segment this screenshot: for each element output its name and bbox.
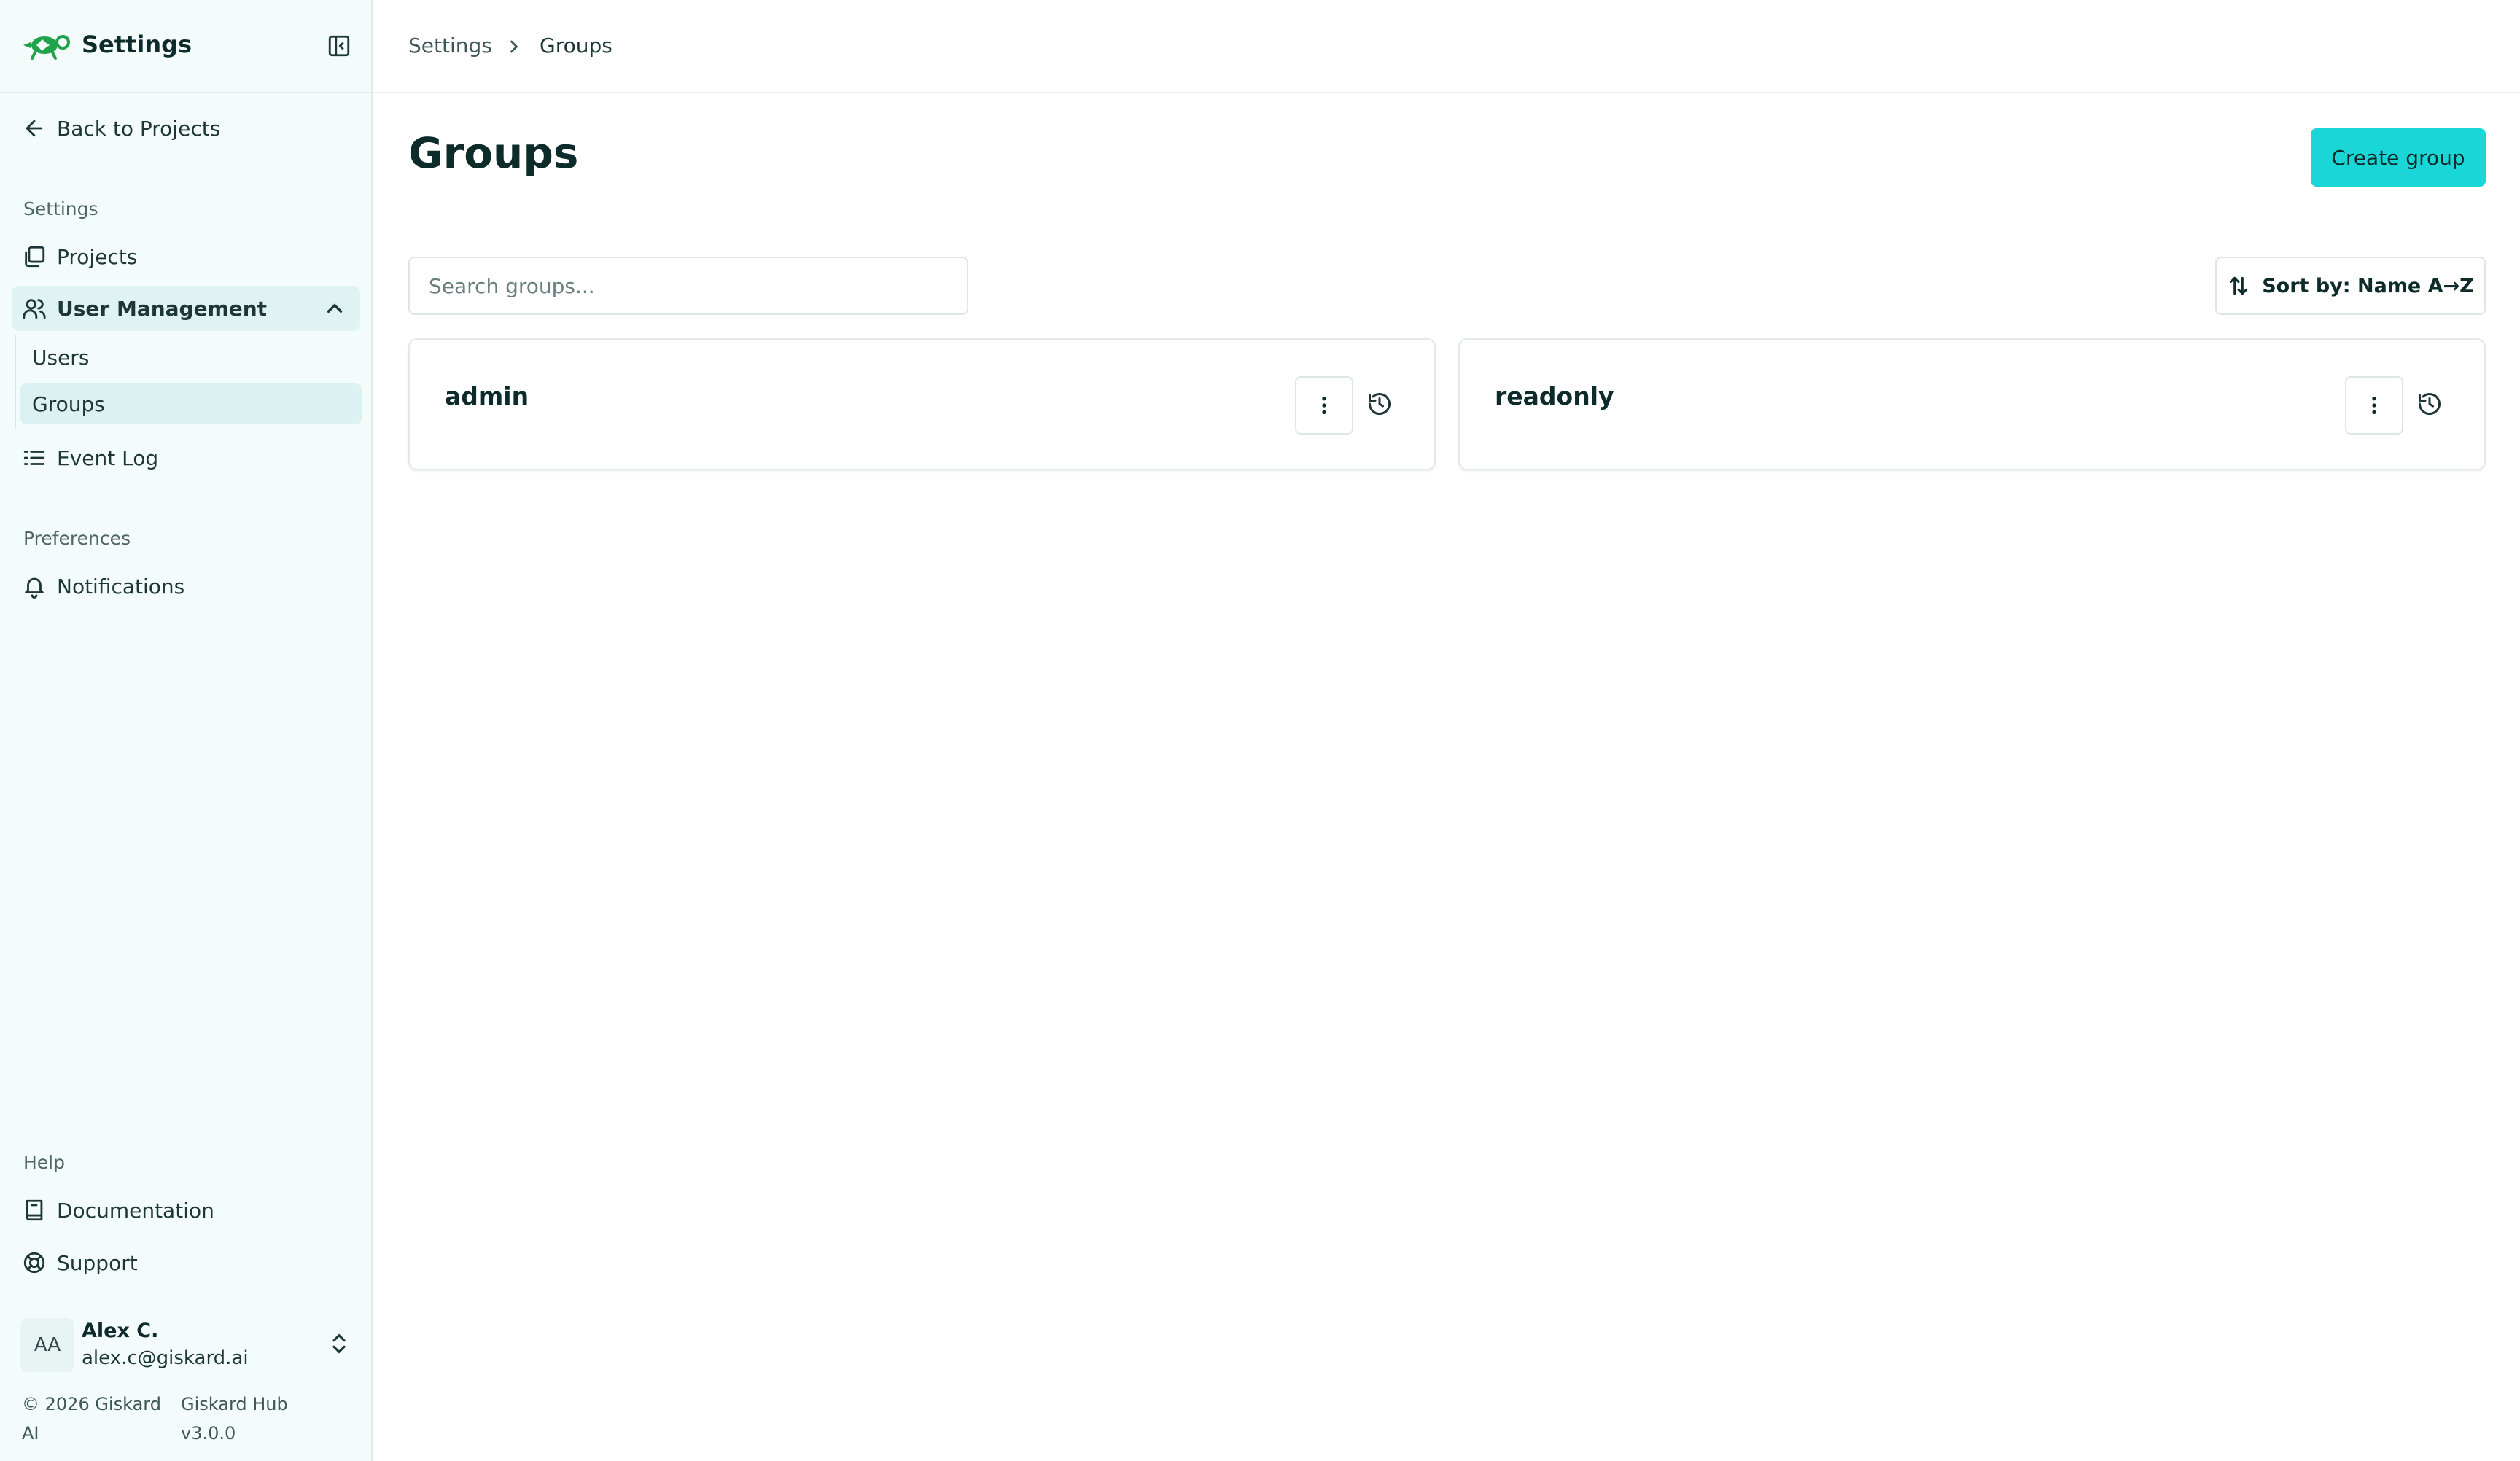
sidebar-item-event-log[interactable]: Event Log — [12, 435, 360, 480]
sort-button-label: Sort by: Name A→Z — [2262, 274, 2474, 297]
back-to-projects-label: Back to Projects — [57, 116, 221, 141]
sidebar-item-user-management-label: User Management — [57, 296, 268, 321]
group-name: readonly — [1495, 382, 1614, 410]
user-name: Alex C. — [82, 1320, 159, 1342]
user-management-submenu: Users Groups — [15, 335, 362, 429]
arrow-left-icon — [26, 120, 43, 137]
chevron-right-icon — [510, 40, 518, 53]
breadcrumb-settings-link[interactable]: Settings — [408, 34, 492, 58]
list-icon — [23, 451, 45, 465]
sidebar-item-users[interactable]: Users — [20, 337, 362, 378]
page-title: Groups — [408, 128, 579, 178]
chevron-up-icon[interactable] — [322, 296, 347, 321]
sidebar-item-support-label: Support — [57, 1250, 138, 1275]
sidebar-item-projects-label: Projects — [57, 244, 138, 269]
group-menu-button[interactable] — [1295, 376, 1353, 435]
create-group-button[interactable]: Create group — [2311, 128, 2486, 187]
sidebar-item-documentation-label: Documentation — [57, 1198, 214, 1223]
lifebuoy-icon — [23, 1252, 45, 1274]
sort-arrows-icon — [2230, 276, 2248, 295]
avatar: AA — [20, 1318, 74, 1372]
sidebar-item-projects[interactable]: Projects — [12, 234, 360, 279]
sidebar-item-user-management[interactable]: User Management — [12, 286, 360, 331]
sidebar-item-groups[interactable]: Groups — [20, 383, 362, 424]
more-vertical-icon — [1322, 397, 1326, 414]
sidebar-title: Settings — [82, 31, 192, 58]
chevrons-up-down-icon[interactable] — [327, 1331, 351, 1356]
sidebar-item-users-label: Users — [32, 345, 90, 370]
sidebar-item-documentation[interactable]: Documentation — [12, 1188, 360, 1233]
section-label-settings: Settings — [23, 198, 98, 219]
bell-icon — [25, 577, 44, 599]
sidebar: Settings Back to Projects Settings Proje… — [0, 0, 373, 1461]
section-label-preferences: Preferences — [23, 528, 131, 549]
sidebar-item-event-log-label: Event Log — [57, 445, 159, 470]
sidebar-header: Settings — [0, 0, 371, 93]
user-menu[interactable]: AA Alex C. alex.c@giskard.ai — [20, 1315, 356, 1376]
sidebar-item-notifications-label: Notifications — [57, 574, 185, 599]
footer-copyright: © 2026 Giskard AI — [22, 1394, 161, 1444]
sidebar-item-groups-label: Groups — [32, 391, 105, 416]
sort-button[interactable]: Sort by: Name A→Z — [2215, 257, 2486, 315]
search-groups-input[interactable] — [408, 257, 968, 315]
more-vertical-icon — [2372, 397, 2376, 414]
user-email: alex.c@giskard.ai — [82, 1347, 249, 1369]
projects-icon — [25, 246, 45, 268]
group-menu-button[interactable] — [2345, 376, 2403, 435]
section-label-help: Help — [23, 1152, 65, 1173]
giskard-turtle-logo-icon — [23, 35, 70, 60]
breadcrumb-current: Groups — [540, 34, 612, 58]
users-icon — [23, 299, 46, 319]
footer-version: Giskard Hub v3.0.0 — [181, 1394, 288, 1444]
history-icon[interactable] — [1366, 391, 1393, 417]
collapse-sidebar-icon[interactable] — [327, 34, 351, 58]
breadcrumb: Settings Groups — [373, 0, 2520, 93]
group-card-admin[interactable]: admin — [408, 338, 1436, 470]
back-to-projects-link[interactable]: Back to Projects — [12, 106, 360, 151]
sidebar-item-notifications[interactable]: Notifications — [12, 564, 360, 609]
history-icon[interactable] — [2416, 391, 2443, 417]
sidebar-item-support[interactable]: Support — [12, 1240, 360, 1285]
group-name: admin — [445, 382, 529, 410]
group-card-readonly[interactable]: readonly — [1458, 338, 2486, 470]
book-icon — [26, 1199, 43, 1221]
